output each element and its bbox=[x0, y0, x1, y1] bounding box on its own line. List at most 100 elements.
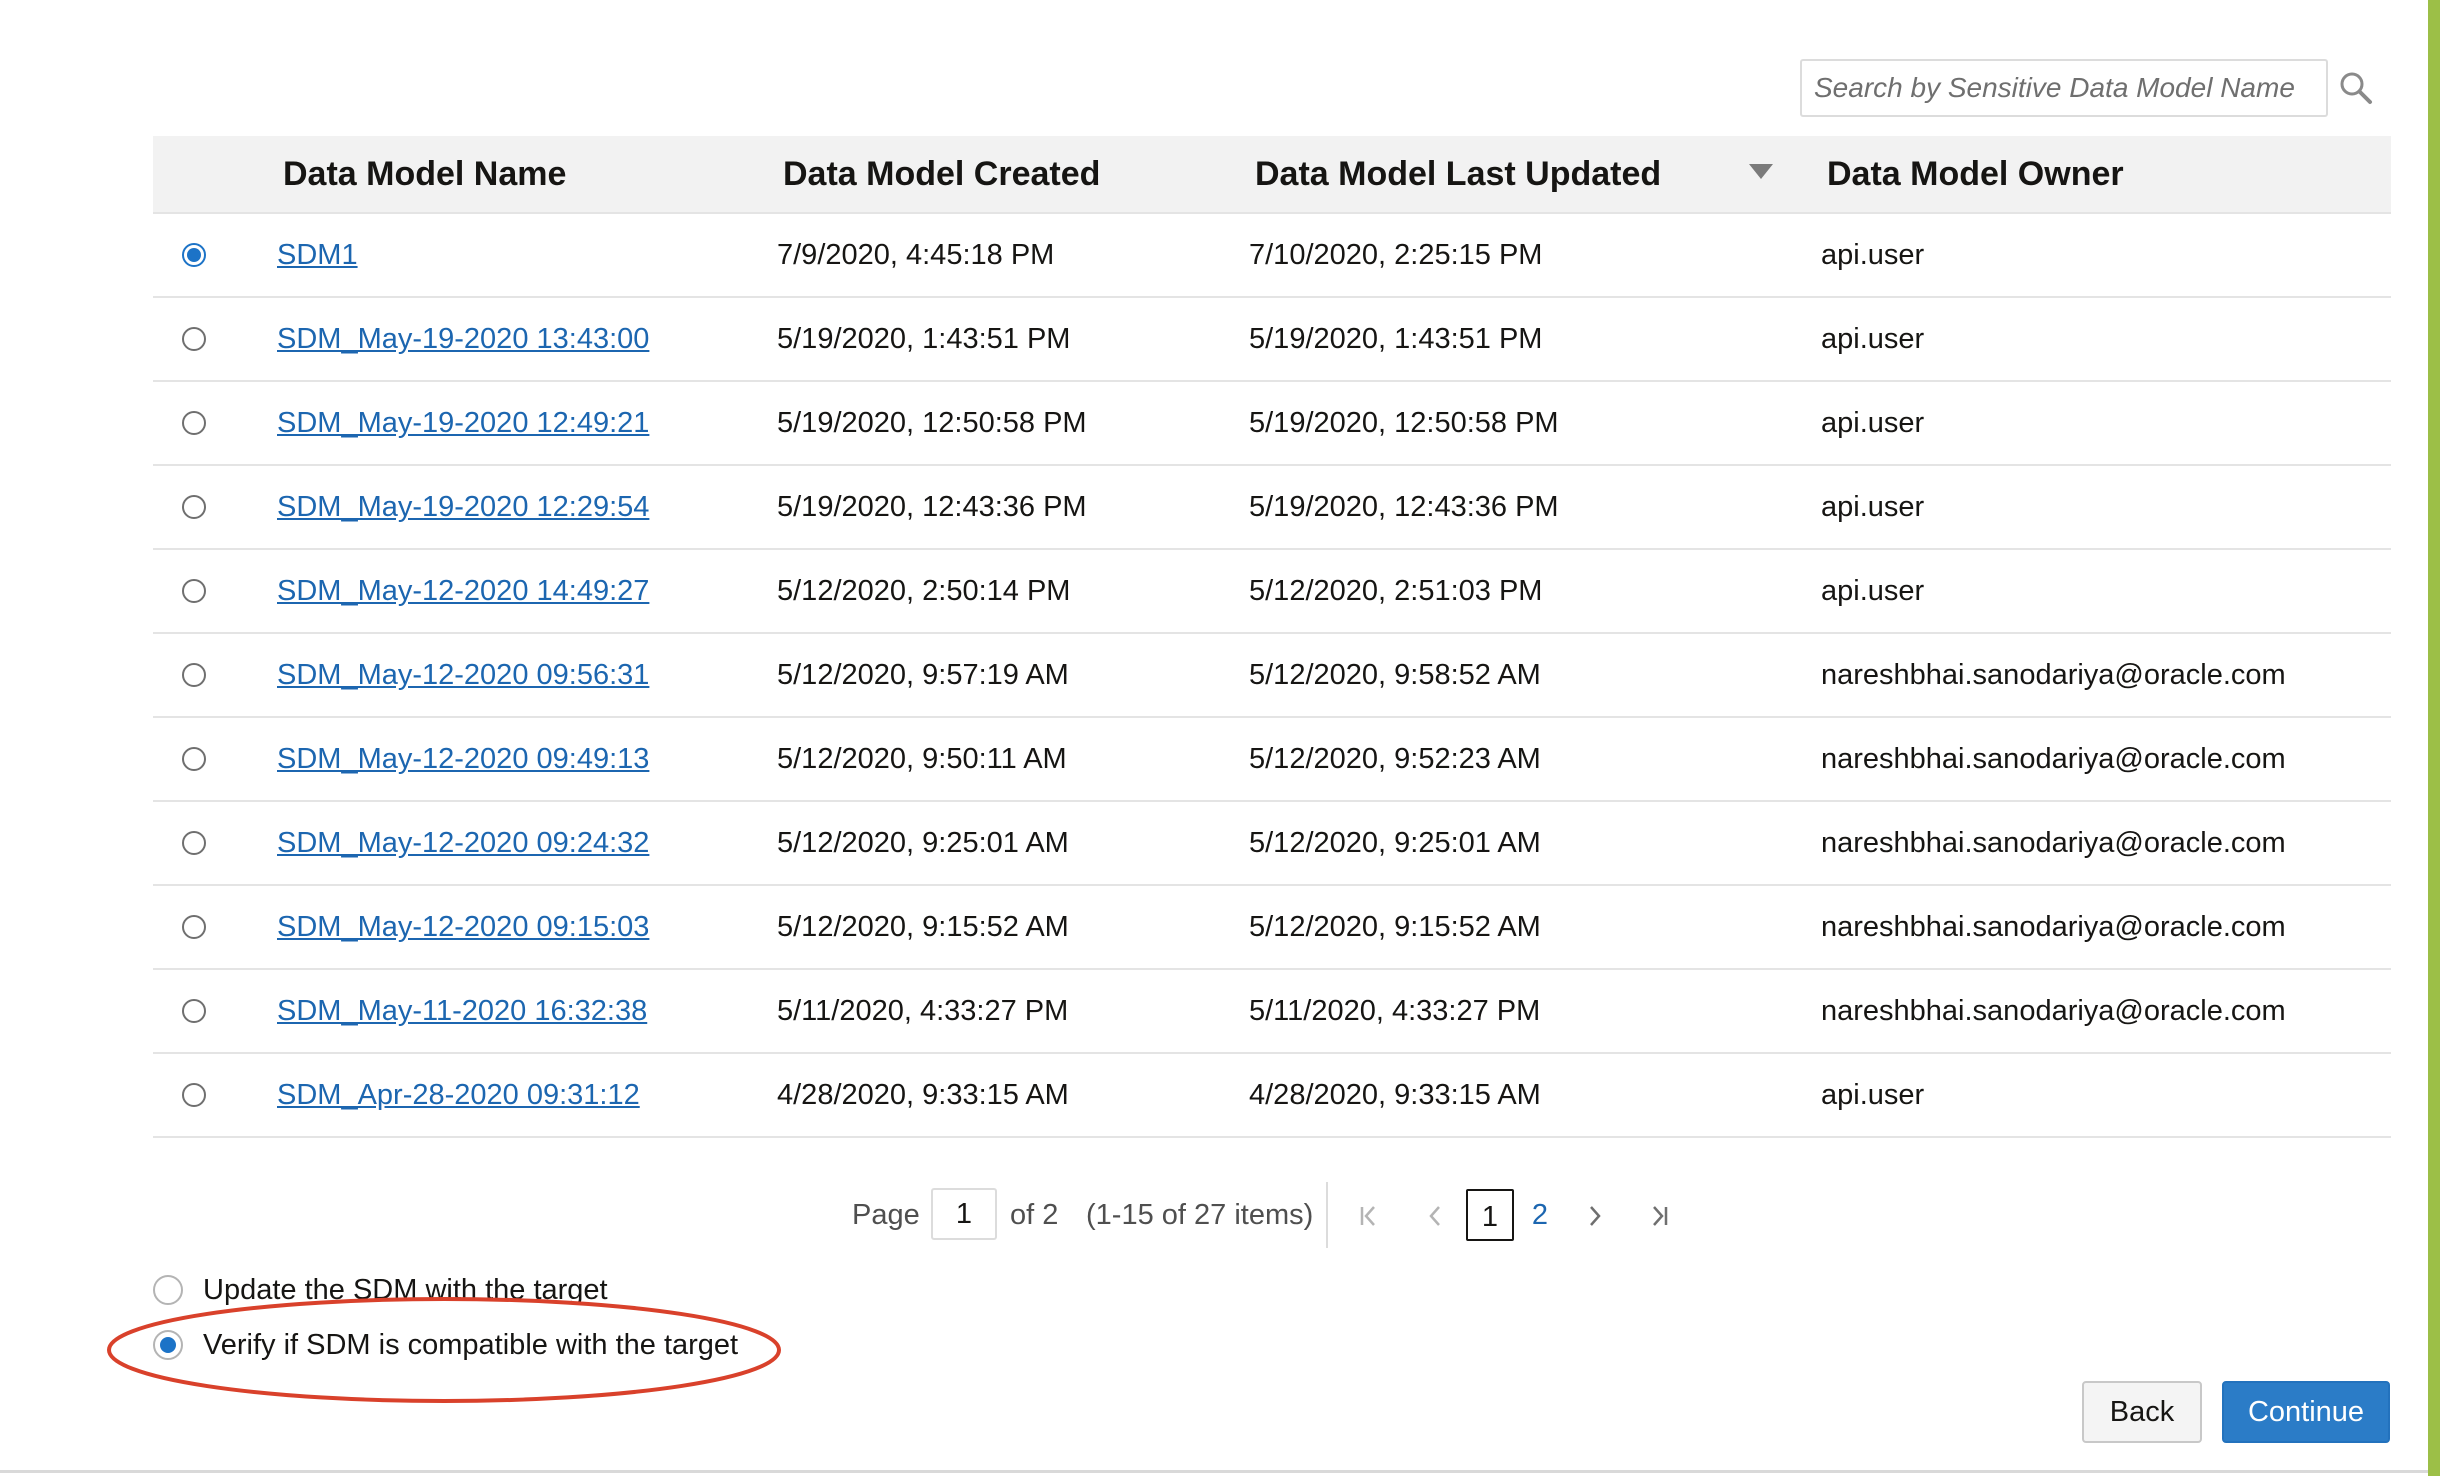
row-select-radio[interactable] bbox=[182, 327, 206, 351]
row-select-radio[interactable] bbox=[182, 663, 206, 687]
data-model-name-cell: SDM_May-12-2020 09:49:13 bbox=[277, 718, 649, 800]
row-select-radio[interactable] bbox=[182, 999, 206, 1023]
table-header: Data Model Name Data Model Created Data … bbox=[153, 136, 2391, 214]
data-model-owner-cell: nareshbhai.sanodariya@oracle.com bbox=[1821, 659, 2286, 691]
data-model-table: Data Model Name Data Model Created Data … bbox=[153, 136, 2391, 1138]
table-row-1[interactable]: SDM1 7/9/2020, 4:45:18 PM 7/10/2020, 2:2… bbox=[153, 214, 2391, 298]
page-button-2[interactable]: 2 bbox=[1516, 1189, 1564, 1241]
verify-sdm-radio[interactable] bbox=[153, 1330, 183, 1360]
column-header-created[interactable]: Data Model Created bbox=[783, 136, 1100, 212]
data-model-name-link[interactable]: SDM_May-11-2020 16:32:38 bbox=[277, 995, 647, 1027]
data-model-created-cell: 7/9/2020, 4:45:18 PM bbox=[777, 239, 1055, 271]
row-select-radio[interactable] bbox=[182, 747, 206, 771]
data-model-name-cell: SDM_May-19-2020 13:43:00 bbox=[277, 298, 649, 380]
row-select-radio[interactable] bbox=[182, 411, 206, 435]
bottom-divider bbox=[0, 1470, 2428, 1473]
table-row-10[interactable]: SDM_May-11-2020 16:32:38 5/11/2020, 4:33… bbox=[153, 970, 2391, 1054]
table-row-5[interactable]: SDM_May-12-2020 14:49:27 5/12/2020, 2:50… bbox=[153, 550, 2391, 634]
data-model-owner-cell: nareshbhai.sanodariya@oracle.com bbox=[1821, 995, 2286, 1027]
next-page-icon[interactable] bbox=[1580, 1198, 1610, 1234]
data-model-created-cell: 5/12/2020, 9:57:19 AM bbox=[777, 659, 1069, 691]
row-select-radio[interactable] bbox=[182, 1083, 206, 1107]
data-model-last-updated-cell: 5/19/2020, 12:43:36 PM bbox=[1249, 491, 1559, 523]
data-model-created-cell: 5/19/2020, 12:43:36 PM bbox=[777, 491, 1087, 523]
data-model-name-cell: SDM_Apr-28-2020 09:31:12 bbox=[277, 1054, 640, 1136]
page-count-label: of 2 bbox=[1010, 1199, 1059, 1231]
data-model-name-cell: SDM_May-12-2020 09:24:32 bbox=[277, 802, 649, 884]
table-row-11[interactable]: SDM_Apr-28-2020 09:31:12 4/28/2020, 9:33… bbox=[153, 1054, 2391, 1138]
row-select-radio[interactable] bbox=[182, 831, 206, 855]
row-select-radio[interactable] bbox=[182, 495, 206, 519]
pager-divider bbox=[1326, 1182, 1328, 1248]
table-row-2[interactable]: SDM_May-19-2020 13:43:00 5/19/2020, 1:43… bbox=[153, 298, 2391, 382]
data-model-created-cell: 5/11/2020, 4:33:27 PM bbox=[777, 995, 1069, 1027]
column-header-name[interactable]: Data Model Name bbox=[283, 136, 566, 212]
row-select-radio[interactable] bbox=[182, 915, 206, 939]
continue-button[interactable]: Continue bbox=[2222, 1381, 2390, 1443]
data-model-created-cell: 5/12/2020, 9:25:01 AM bbox=[777, 827, 1069, 859]
data-model-name-cell: SDM_May-11-2020 16:32:38 bbox=[277, 970, 647, 1052]
column-header-last-updated[interactable]: Data Model Last Updated bbox=[1255, 136, 1661, 212]
update-sdm-radio[interactable] bbox=[153, 1275, 183, 1305]
last-page-icon[interactable] bbox=[1644, 1198, 1674, 1234]
data-model-last-updated-cell: 7/10/2020, 2:25:15 PM bbox=[1249, 239, 1543, 271]
data-model-owner-cell: api.user bbox=[1821, 575, 1925, 607]
table-row-3[interactable]: SDM_May-19-2020 12:49:21 5/19/2020, 12:5… bbox=[153, 382, 2391, 466]
column-header-owner[interactable]: Data Model Owner bbox=[1827, 136, 2124, 212]
page-button-1[interactable]: 1 bbox=[1466, 1189, 1514, 1241]
data-model-owner-cell: api.user bbox=[1821, 239, 1925, 271]
data-model-name-link[interactable]: SDM_May-19-2020 12:29:54 bbox=[277, 491, 649, 523]
data-model-name-link[interactable]: SDM_May-12-2020 09:15:03 bbox=[277, 911, 649, 943]
sort-descending-icon[interactable] bbox=[1749, 164, 1773, 179]
table-row-7[interactable]: SDM_May-12-2020 09:49:13 5/12/2020, 9:50… bbox=[153, 718, 2391, 802]
data-model-name-cell: SDM_May-12-2020 09:56:31 bbox=[277, 634, 649, 716]
table-row-8[interactable]: SDM_May-12-2020 09:24:32 5/12/2020, 9:25… bbox=[153, 802, 2391, 886]
data-model-owner-cell: api.user bbox=[1821, 1079, 1925, 1111]
data-model-owner-cell: nareshbhai.sanodariya@oracle.com bbox=[1821, 827, 2286, 859]
data-model-last-updated-cell: 5/12/2020, 9:52:23 AM bbox=[1249, 743, 1541, 775]
data-model-last-updated-cell: 5/19/2020, 1:43:51 PM bbox=[1249, 323, 1543, 355]
search-field[interactable] bbox=[1800, 59, 2328, 117]
data-model-owner-cell: nareshbhai.sanodariya@oracle.com bbox=[1821, 743, 2286, 775]
data-model-name-cell: SDM1 bbox=[277, 214, 358, 296]
table-row-4[interactable]: SDM_May-19-2020 12:29:54 5/19/2020, 12:4… bbox=[153, 466, 2391, 550]
data-model-owner-cell: api.user bbox=[1821, 491, 1925, 523]
data-model-name-cell: SDM_May-19-2020 12:29:54 bbox=[277, 466, 649, 548]
table-row-9[interactable]: SDM_May-12-2020 09:15:03 5/12/2020, 9:15… bbox=[153, 886, 2391, 970]
page-label: Page bbox=[852, 1199, 920, 1231]
data-model-owner-cell: api.user bbox=[1821, 323, 1925, 355]
data-model-created-cell: 5/19/2020, 12:50:58 PM bbox=[777, 407, 1087, 439]
data-model-name-link[interactable]: SDM_Apr-28-2020 09:31:12 bbox=[277, 1079, 640, 1111]
row-select-radio[interactable] bbox=[182, 579, 206, 603]
previous-page-icon[interactable] bbox=[1420, 1198, 1450, 1234]
data-model-name-link[interactable]: SDM1 bbox=[277, 239, 358, 271]
data-model-name-link[interactable]: SDM_May-12-2020 09:24:32 bbox=[277, 827, 649, 859]
data-model-last-updated-cell: 5/12/2020, 9:58:52 AM bbox=[1249, 659, 1541, 691]
data-model-last-updated-cell: 5/19/2020, 12:50:58 PM bbox=[1249, 407, 1559, 439]
search-input[interactable] bbox=[1802, 61, 2326, 115]
back-button[interactable]: Back bbox=[2082, 1381, 2202, 1443]
data-model-name-link[interactable]: SDM_May-19-2020 12:49:21 bbox=[277, 407, 649, 439]
data-model-last-updated-cell: 4/28/2020, 9:33:15 AM bbox=[1249, 1079, 1541, 1111]
data-model-name-link[interactable]: SDM_May-12-2020 09:56:31 bbox=[277, 659, 649, 691]
data-model-name-cell: SDM_May-12-2020 09:15:03 bbox=[277, 886, 649, 968]
data-model-name-link[interactable]: SDM_May-19-2020 13:43:00 bbox=[277, 323, 649, 355]
first-page-icon[interactable] bbox=[1354, 1198, 1384, 1234]
data-model-owner-cell: nareshbhai.sanodariya@oracle.com bbox=[1821, 911, 2286, 943]
data-model-created-cell: 5/12/2020, 9:50:11 AM bbox=[777, 743, 1067, 775]
data-model-created-cell: 5/12/2020, 9:15:52 AM bbox=[777, 911, 1069, 943]
update-sdm-label: Update the SDM with the target bbox=[203, 1274, 608, 1306]
data-model-name-cell: SDM_May-19-2020 12:49:21 bbox=[277, 382, 649, 464]
page-number-input[interactable] bbox=[931, 1188, 997, 1240]
data-model-last-updated-cell: 5/12/2020, 9:25:01 AM bbox=[1249, 827, 1541, 859]
data-model-created-cell: 4/28/2020, 9:33:15 AM bbox=[777, 1079, 1069, 1111]
data-model-last-updated-cell: 5/11/2020, 4:33:27 PM bbox=[1249, 995, 1541, 1027]
search-icon[interactable] bbox=[2338, 70, 2374, 106]
data-model-last-updated-cell: 5/12/2020, 2:51:03 PM bbox=[1249, 575, 1543, 607]
verify-sdm-label: Verify if SDM is compatible with the tar… bbox=[203, 1329, 739, 1361]
row-select-radio[interactable] bbox=[182, 243, 206, 267]
table-row-6[interactable]: SDM_May-12-2020 09:56:31 5/12/2020, 9:57… bbox=[153, 634, 2391, 718]
data-model-name-link[interactable]: SDM_May-12-2020 09:49:13 bbox=[277, 743, 649, 775]
data-model-last-updated-cell: 5/12/2020, 9:15:52 AM bbox=[1249, 911, 1541, 943]
data-model-name-link[interactable]: SDM_May-12-2020 14:49:27 bbox=[277, 575, 649, 607]
